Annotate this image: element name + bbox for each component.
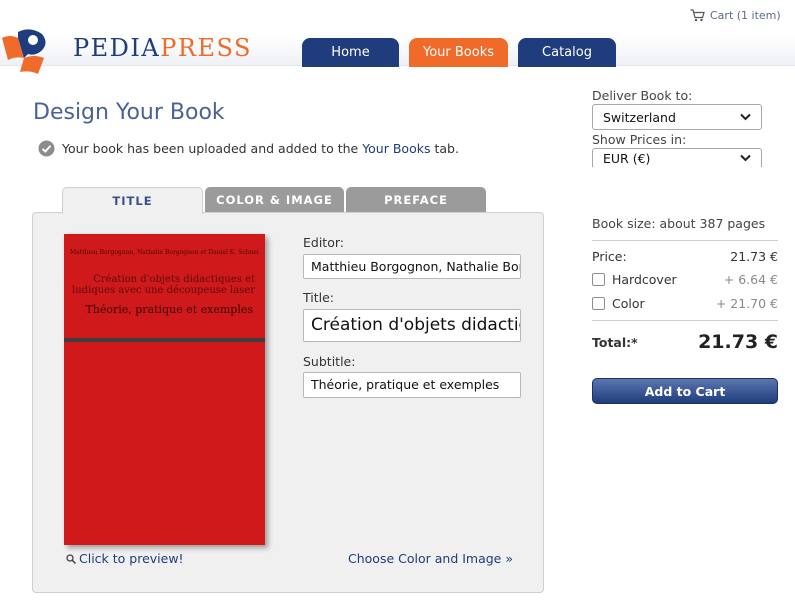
- tab-color-image[interactable]: COLOR & IMAGE: [205, 187, 344, 213]
- cover-title: Création d'objets didactiques et ludique…: [72, 274, 255, 296]
- your-books-link[interactable]: Your Books: [362, 141, 430, 156]
- cover-subtitle: Théorie, pratique et exemples: [85, 303, 253, 316]
- cart-link[interactable]: Cart (1 item): [690, 9, 781, 22]
- chevron-down-icon: [740, 113, 751, 121]
- prices-label: Show Prices in:: [592, 132, 687, 147]
- add-to-cart-button[interactable]: Add to Cart: [592, 378, 778, 404]
- tab-title[interactable]: TITLE: [62, 187, 203, 214]
- total-row: Total:* 21.73 €: [592, 331, 778, 353]
- shopping-cart-icon: [690, 9, 705, 22]
- book-cover-preview[interactable]: Matthieu Borgognon, Nathalie Borgognon e…: [64, 234, 265, 545]
- upload-notice: Your book has been uploaded and added to…: [38, 140, 459, 157]
- preview-link[interactable]: Click to preview!: [66, 551, 184, 566]
- divider: [592, 240, 778, 241]
- deliver-label: Deliver Book to:: [592, 88, 693, 103]
- cover-divider: [64, 338, 265, 342]
- price-row: Price: 21.73 €: [592, 249, 778, 264]
- checkmark-icon: [38, 140, 55, 157]
- notice-text: Your book has been uploaded and added to…: [62, 141, 459, 156]
- magnifier-icon: [66, 553, 76, 564]
- subtitle-input[interactable]: Théorie, pratique et exemples: [303, 372, 521, 398]
- nav-tab-catalog[interactable]: Catalog: [518, 38, 616, 67]
- subtitle-label: Subtitle:: [303, 354, 356, 369]
- tab-preface[interactable]: PREFACE: [346, 187, 486, 213]
- book-size: Book size: about 387 pages: [592, 216, 766, 231]
- cart-label: Cart (1 item): [710, 9, 781, 22]
- hardcover-checkbox[interactable]: [592, 273, 605, 286]
- title-input[interactable]: Création d'objets didactiques et ludique…: [303, 309, 521, 342]
- choose-color-image-link[interactable]: Choose Color and Image »: [348, 551, 513, 566]
- title-label: Title:: [303, 290, 334, 305]
- color-row: Color + 21.70 €: [592, 296, 778, 311]
- nav-tab-your-books[interactable]: Your Books: [409, 38, 508, 67]
- chevron-down-icon: [740, 154, 751, 162]
- logo-wordmark[interactable]: PEDIAPRESS: [73, 34, 252, 62]
- site-header: PEDIAPRESS Cart (1 item) Home Your Books…: [0, 0, 795, 74]
- cover-authors: Matthieu Borgognon, Nathalie Borgognon e…: [70, 249, 259, 256]
- nav-tab-home[interactable]: Home: [302, 38, 399, 67]
- page-title: Design Your Book: [33, 100, 225, 125]
- editor-input[interactable]: Matthieu Borgognon, Nathalie Borgognon e…: [303, 254, 521, 279]
- currency-select[interactable]: EUR (€): [592, 148, 762, 167]
- divider: [592, 320, 778, 321]
- pediapress-logo-icon[interactable]: [0, 24, 68, 74]
- color-checkbox[interactable]: [592, 297, 605, 310]
- hardcover-row: Hardcover + 6.64 €: [592, 272, 778, 287]
- editor-label: Editor:: [303, 235, 344, 250]
- country-select[interactable]: Switzerland: [592, 104, 762, 130]
